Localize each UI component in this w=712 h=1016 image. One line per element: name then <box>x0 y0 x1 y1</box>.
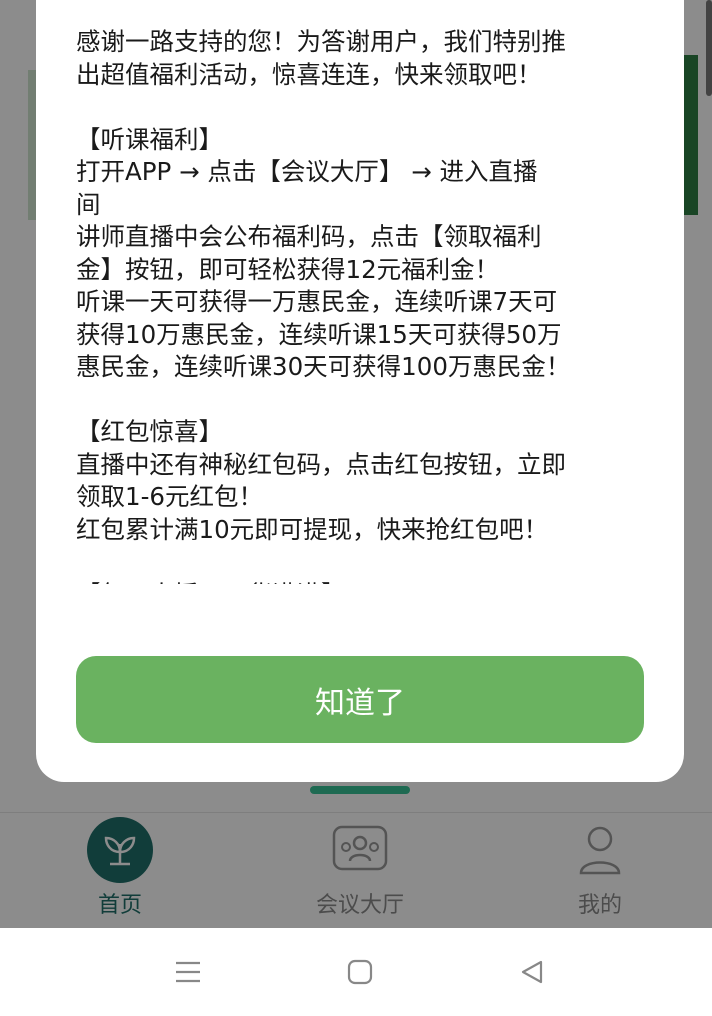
announcement-line: 出超值福利活动，惊喜连连，快来领取吧！ <box>76 59 542 89</box>
announcement-line: 红包累计满10元即可提现，快来抢红包吧！ <box>76 514 549 544</box>
announcement-line <box>76 384 646 417</box>
announcement-line: 听课一天可获得一万惠民金，连续听课7天可 <box>76 287 558 316</box>
announcement-line <box>76 91 646 124</box>
system-navigation-bar <box>0 928 712 1016</box>
welfare-announcement-dialog: 感谢一路支持的您！为答谢用户，我们特别推 出超值福利活动，惊喜连连，快来领取吧！ … <box>36 0 684 782</box>
page-indicator <box>310 786 410 794</box>
announcement-line: 间 <box>76 189 101 219</box>
got-it-button[interactable]: 知道了 <box>76 656 644 743</box>
menu-icon[interactable] <box>168 952 208 992</box>
announcement-line: 惠民金，连续听课30天可获得100万惠民金！ <box>76 352 571 381</box>
announcement-line: 领取1-6元红包！ <box>76 482 264 511</box>
announcement-line: 【听课福利】 <box>76 124 223 154</box>
announcement-line: 打开APP → 点击【会议大厅】 → 进入直播 <box>76 157 538 186</box>
announcement-line: 获得10万惠民金，连续听课15天可获得50万 <box>76 319 562 349</box>
announcement-line: 讲师直播中会公布福利码，点击【领取福利 <box>76 222 542 251</box>
announcement-line: 直播中还有神秘红包码，点击红包按钮，立即 <box>76 449 566 479</box>
announcement-line: 【每日直播，干货满满】 <box>76 579 646 585</box>
announcement-line: 感谢一路支持的您！为答谢用户，我们特别推 <box>76 27 566 56</box>
back-triangle-icon[interactable] <box>512 952 552 992</box>
announcement-line <box>76 546 646 579</box>
announcement-line: 金】按钮，即可轻松获得12元福利金！ <box>76 254 500 284</box>
home-square-icon[interactable] <box>340 952 380 992</box>
announcement-text[interactable]: 感谢一路支持的您！为答谢用户，我们特别推 出超值福利活动，惊喜连连，快来领取吧！ … <box>76 26 646 584</box>
announcement-line: 【红包惊喜】 <box>76 417 223 446</box>
